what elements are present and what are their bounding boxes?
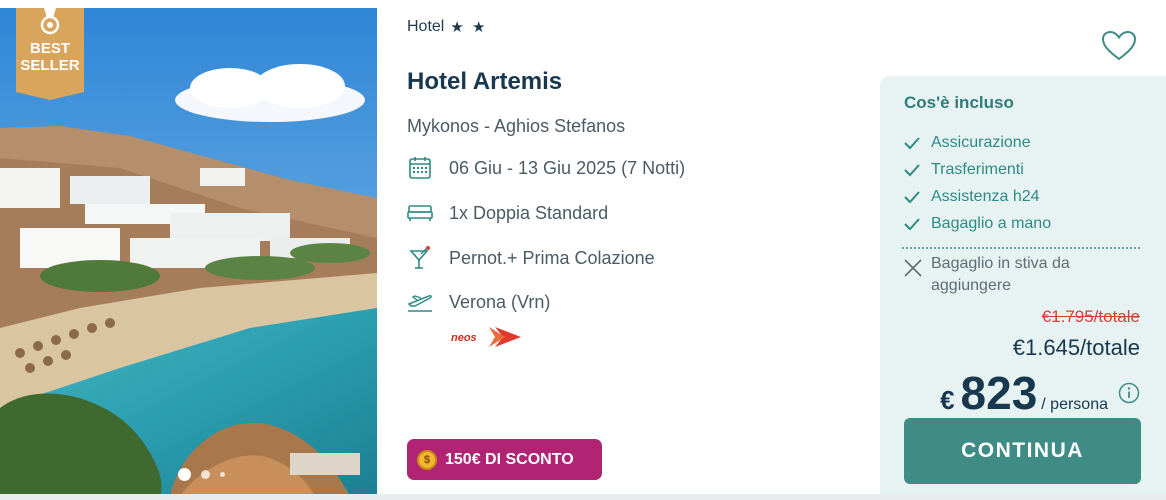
hotel-photo-carousel[interactable]: BEST SELLER: [0, 8, 377, 496]
departure-row: Verona (Vrn): [407, 289, 550, 315]
included-item-label: Assistenza h24: [931, 188, 1040, 205]
total-price: €1.645/totale: [1012, 335, 1140, 360]
old-total-price: €1.795/totale: [1041, 307, 1140, 326]
departure-text: Verona (Vrn): [449, 291, 551, 312]
carousel-dots[interactable]: [178, 468, 225, 481]
included-item-label: Assicurazione: [931, 134, 1031, 151]
heart-icon[interactable]: [1101, 30, 1137, 62]
svg-text:neos: neos: [451, 332, 477, 344]
check-icon: [904, 191, 920, 204]
included-item: Bagaglio a mano: [902, 214, 1051, 234]
hotel-info: Hotel ★ ★ Hotel Artemis Mykonos - Aghios…: [407, 8, 867, 496]
included-title: Cos'è incluso: [904, 93, 1014, 112]
included-item-label: Bagaglio a mano: [931, 215, 1052, 232]
category-label: Hotel: [407, 18, 445, 35]
info-icon[interactable]: [1118, 382, 1140, 404]
dates-row: 06 Giu - 13 Giu 2025 (7 Notti): [407, 155, 685, 181]
coin-icon: $: [417, 449, 437, 470]
hotel-location: Mykonos - Aghios Stefanos: [407, 116, 626, 136]
included-item: Trasferimenti: [902, 160, 1024, 180]
excluded-item-label: Bagaglio in stiva da aggiungere: [931, 255, 1070, 294]
included-item-label: Trasferimenti: [931, 161, 1024, 178]
star-rating: ★ ★: [450, 19, 488, 36]
included-item: Assicurazione: [902, 133, 1031, 153]
continue-button[interactable]: CONTINUA: [904, 418, 1141, 484]
close-icon: [904, 259, 922, 277]
cocktail-icon: [407, 245, 433, 271]
room-row: 1x Doppia Standard: [407, 200, 608, 226]
calendar-icon: [407, 155, 433, 181]
included-item: Assistenza h24: [902, 187, 1040, 207]
per-person-amount: 823: [960, 367, 1038, 419]
hotel-category: Hotel ★ ★: [407, 18, 487, 36]
room-text: 1x Doppia Standard: [449, 202, 609, 223]
best-seller-label: BEST SELLER: [20, 40, 80, 74]
check-icon: [904, 164, 920, 177]
board-text: Pernot.+ Prima Colazione: [449, 247, 655, 268]
currency-symbol: €: [940, 385, 955, 415]
check-icon: [904, 218, 920, 231]
pricing-panel: Cos'è incluso Assicurazione Trasferiment…: [880, 76, 1166, 496]
airline-logo: neos: [451, 327, 521, 347]
included-divider: [902, 247, 1140, 249]
bed-icon: [407, 200, 433, 226]
carousel-dot-3[interactable]: [220, 472, 225, 477]
per-person-label: / persona: [1041, 396, 1108, 413]
excluded-item: Bagaglio in stiva da aggiungere: [902, 253, 1121, 297]
hotel-offer-card: BEST SELLER Hotel ★ ★ Hotel Artemis Myko…: [0, 8, 1166, 496]
carousel-dot-1[interactable]: [178, 468, 191, 481]
card-bottom-shadow: [0, 494, 1166, 500]
plane-departure-icon: [407, 289, 433, 315]
carousel-dot-2[interactable]: [201, 470, 210, 479]
discount-badge: $ 150€ DI SCONTO: [407, 439, 602, 480]
board-row: Pernot.+ Prima Colazione: [407, 245, 655, 271]
per-person-price: € 823 / persona: [940, 366, 1140, 420]
dates-text: 06 Giu - 13 Giu 2025 (7 Notti): [449, 157, 686, 178]
check-icon: [904, 137, 920, 150]
discount-label: 150€ DI SCONTO: [445, 450, 574, 468]
hotel-name[interactable]: Hotel Artemis: [407, 68, 562, 96]
